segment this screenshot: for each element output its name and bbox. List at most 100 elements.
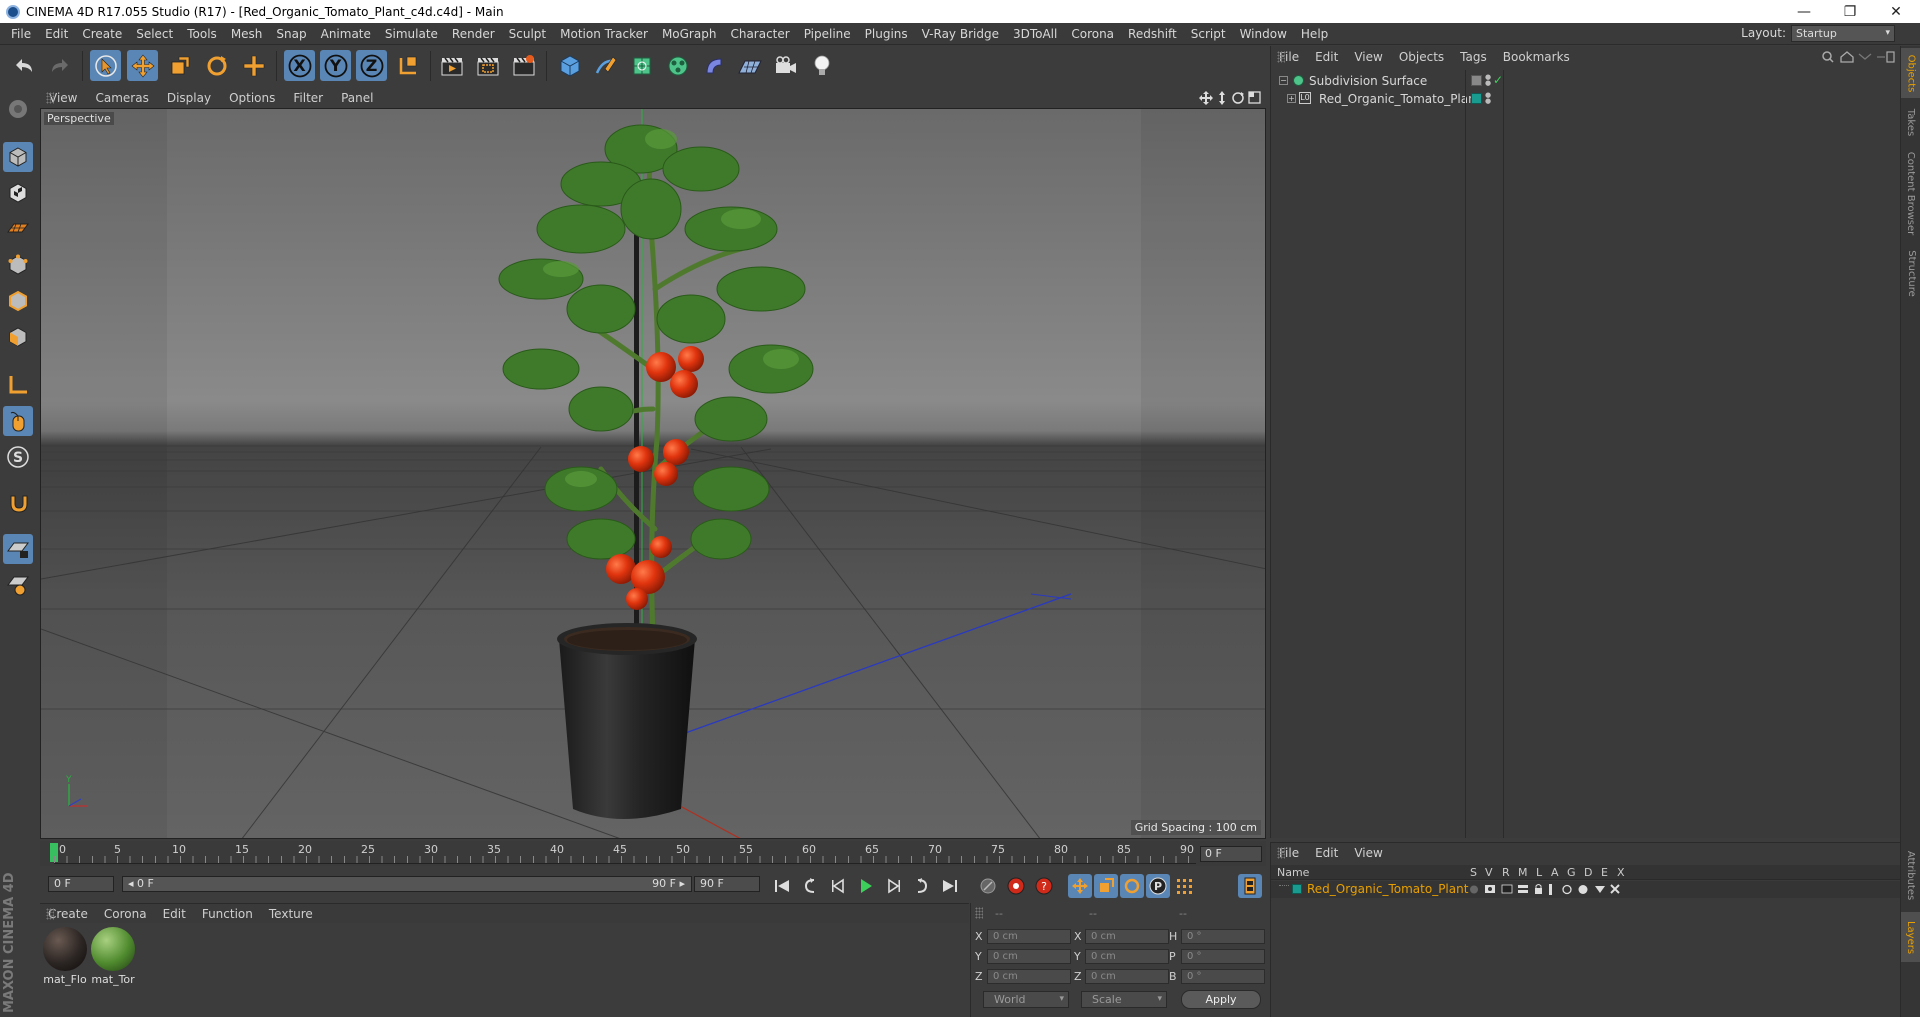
menu-3dtoall[interactable]: 3DToAll — [1006, 27, 1064, 41]
layer-name[interactable]: Red_Organic_Tomato_Plant — [1307, 882, 1468, 896]
next-key-button[interactable] — [910, 874, 934, 898]
tweak-mode-button[interactable] — [3, 406, 33, 436]
scale-tool-button[interactable] — [164, 50, 195, 81]
menu-corona[interactable]: Corona — [1064, 27, 1121, 41]
coord-pos-z-field[interactable]: 0 cm — [987, 969, 1071, 984]
menu-render[interactable]: Render — [445, 27, 502, 41]
enabled-check-icon[interactable]: ✓ — [1493, 73, 1503, 87]
menu-file[interactable]: File — [4, 27, 38, 41]
viewport-menu-panel[interactable]: Panel — [332, 91, 382, 105]
key-rotation-button[interactable] — [1120, 874, 1144, 898]
camera-button[interactable] — [770, 50, 801, 81]
current-frame-field[interactable]: 0 F — [1200, 846, 1262, 862]
expand-toggle-icon[interactable]: + — [1287, 94, 1296, 103]
key-parameter-button[interactable]: P — [1146, 874, 1170, 898]
restore-button[interactable]: ❐ — [1827, 0, 1873, 23]
previous-frame-button[interactable] — [826, 874, 850, 898]
menu-redshift[interactable]: Redshift — [1121, 27, 1184, 41]
minimize-button[interactable]: — — [1781, 0, 1827, 23]
redo-button[interactable] — [44, 50, 75, 81]
menu-script[interactable]: Script — [1184, 27, 1233, 41]
solo-mode-button[interactable]: S — [3, 442, 33, 472]
tab-objects[interactable]: Objects — [1901, 48, 1920, 98]
menu-plugins[interactable]: Plugins — [858, 27, 915, 41]
deformer-button[interactable] — [698, 50, 729, 81]
cloner-button[interactable] — [662, 50, 693, 81]
menu-help[interactable]: Help — [1294, 27, 1335, 41]
material-menu-edit[interactable]: Edit — [155, 907, 194, 921]
om-menu-bookmarks[interactable]: Bookmarks — [1495, 50, 1578, 64]
tab-attributes[interactable]: Attributes — [1901, 842, 1920, 908]
menu-select[interactable]: Select — [129, 27, 180, 41]
lock-workplane-button[interactable] — [3, 534, 33, 564]
play-button[interactable] — [854, 874, 878, 898]
layer-color-swatch[interactable] — [1292, 884, 1302, 894]
om-menu-edit[interactable]: Edit — [1307, 50, 1346, 64]
y-axis-lock-button[interactable]: Y — [320, 50, 351, 81]
undo-button[interactable] — [8, 50, 39, 81]
menu-pipeline[interactable]: Pipeline — [797, 27, 858, 41]
layout-dropdown[interactable]: Startup ▾ — [1791, 25, 1895, 42]
timeline-window-button[interactable] — [1238, 874, 1262, 898]
coord-pos-y-field[interactable]: 0 cm — [987, 949, 1071, 964]
pen-spline-button[interactable] — [590, 50, 621, 81]
menu-mesh[interactable]: Mesh — [224, 27, 270, 41]
coord-rot-b-field[interactable]: 0 ° — [1181, 969, 1265, 984]
polygons-mode-button[interactable] — [3, 322, 33, 352]
model-mode-button[interactable] — [3, 142, 33, 172]
tab-layers[interactable]: Layers — [1901, 912, 1920, 962]
edges-mode-button[interactable] — [3, 286, 33, 316]
go-to-start-button[interactable] — [770, 874, 794, 898]
render-settings-button[interactable] — [508, 50, 539, 81]
axis-mode-button[interactable] — [3, 370, 33, 400]
next-frame-button[interactable] — [882, 874, 906, 898]
go-to-end-button[interactable] — [938, 874, 962, 898]
make-editable-button[interactable] — [3, 94, 33, 124]
floor-button[interactable] — [734, 50, 765, 81]
material-swatch[interactable]: mat_Tor — [90, 927, 136, 986]
material-menu-function[interactable]: Function — [194, 907, 261, 921]
visibility-dots-icon[interactable]: ● ● — [1485, 92, 1491, 105]
material-menu-corona[interactable]: Corona — [96, 907, 155, 921]
object-name[interactable]: Subdivision Surface — [1309, 74, 1427, 88]
add-cube-button[interactable] — [554, 50, 585, 81]
coord-size-z-field[interactable]: 0 cm — [1085, 969, 1169, 984]
menu-tools[interactable]: Tools — [180, 27, 224, 41]
autokey-button[interactable]: ? — [1032, 874, 1056, 898]
x-axis-lock-button[interactable]: X — [284, 50, 315, 81]
render-view-button[interactable] — [436, 50, 467, 81]
keyframe-selection-button[interactable] — [976, 874, 1000, 898]
planar-workplane-button[interactable] — [3, 570, 33, 600]
viewport-menu-filter[interactable]: Filter — [284, 91, 332, 105]
recent-tool-button[interactable] — [238, 50, 269, 81]
viewport-menu-options[interactable]: Options — [220, 91, 284, 105]
om-menu-objects[interactable]: Objects — [1391, 50, 1452, 64]
z-axis-lock-button[interactable]: Z — [356, 50, 387, 81]
render-region-button[interactable] — [472, 50, 503, 81]
end-frame-field[interactable]: 90 F — [694, 876, 760, 892]
menu-sculpt[interactable]: Sculpt — [502, 27, 553, 41]
layer-toggle-icons[interactable] — [1469, 883, 1629, 896]
coord-size-y-field[interactable]: 0 cm — [1085, 949, 1169, 964]
collapse-toggle-icon[interactable]: − — [1279, 76, 1288, 85]
material-swatch[interactable]: mat_Flo — [42, 927, 88, 986]
light-button[interactable] — [806, 50, 837, 81]
tab-takes[interactable]: Takes — [1901, 102, 1920, 142]
menu-simulate[interactable]: Simulate — [378, 27, 445, 41]
material-menu-texture[interactable]: Texture — [261, 907, 321, 921]
menu-character[interactable]: Character — [723, 27, 796, 41]
coord-size-x-field[interactable]: 0 cm — [1085, 929, 1169, 944]
layer-row[interactable]: Red_Organic_Tomato_Plant — [1271, 881, 1901, 898]
snap-button[interactable] — [3, 488, 33, 518]
close-button[interactable]: ✕ — [1873, 0, 1919, 23]
coordinate-space-dropdown[interactable]: World ▾ — [983, 991, 1069, 1008]
lm-menu-edit[interactable]: Edit — [1307, 846, 1346, 860]
coordinate-system-button[interactable] — [392, 50, 423, 81]
viewport-menu-display[interactable]: Display — [158, 91, 220, 105]
visibility-dots-icon[interactable]: ● ● — [1485, 74, 1491, 87]
viewport-navigation-icons[interactable] — [1198, 90, 1262, 106]
coord-pos-x-field[interactable]: 0 cm — [987, 929, 1071, 944]
key-scale-button[interactable] — [1094, 874, 1118, 898]
timeline-ruler[interactable]: 0 5 10 15 20 25 30 35 40 45 50 55 60 65 … — [40, 841, 1266, 866]
coordinate-mode-dropdown[interactable]: Scale ▾ — [1081, 991, 1167, 1008]
